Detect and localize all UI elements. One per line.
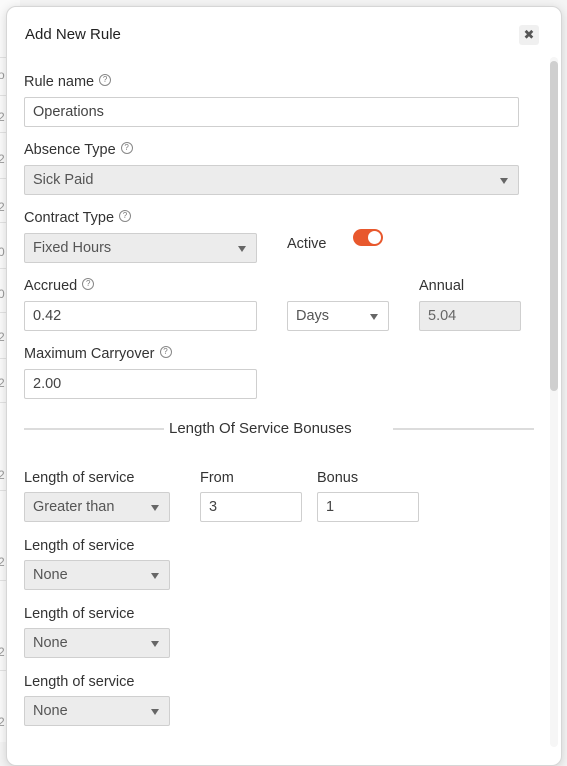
help-icon[interactable]: ?: [120, 142, 133, 154]
bg-row-glyph: 2: [0, 645, 5, 659]
rule-name-label-text: Rule name: [24, 74, 95, 90]
close-button[interactable]: ✖: [519, 25, 539, 45]
los-from-input[interactable]: 3: [200, 492, 302, 522]
contract-type-select[interactable]: Fixed Hours: [24, 233, 257, 263]
chevron-down-icon: [151, 641, 159, 647]
scrollbar[interactable]: [550, 57, 558, 747]
bg-row-glyph: 2: [0, 468, 5, 482]
los-condition-select[interactable]: None: [24, 560, 170, 590]
help-icon[interactable]: ?: [119, 210, 132, 222]
active-toggle[interactable]: [353, 229, 383, 246]
bg-row-glyph: 2: [0, 376, 5, 390]
bg-row-glyph: 2: [0, 330, 5, 344]
los-label: Length of service: [24, 606, 135, 622]
modal-title: Add New Rule: [25, 26, 121, 43]
chevron-down-icon: [151, 709, 159, 715]
los-condition-select[interactable]: None: [24, 696, 170, 726]
bg-row-glyph: 0: [0, 287, 5, 301]
bg-row-glyph: 2: [0, 555, 5, 569]
toggle-knob: [368, 231, 381, 244]
los-condition-value: None: [33, 567, 68, 583]
los-condition-value: None: [33, 703, 68, 719]
bg-row-glyph: 0: [0, 245, 5, 259]
contract-type-label: Contract Type?: [24, 210, 132, 226]
chevron-down-icon: [151, 573, 159, 579]
accrued-unit-select[interactable]: Days: [287, 301, 389, 331]
section-title: Length Of Service Bonuses: [169, 420, 352, 437]
close-icon: ✖: [523, 27, 535, 42]
chevron-down-icon: [151, 505, 159, 511]
help-icon[interactable]: ?: [82, 278, 95, 290]
bonus-label: Bonus: [317, 470, 359, 486]
accrued-label: Accrued?: [24, 278, 95, 294]
annual-value: 5.04: [419, 301, 521, 331]
section-divider-left: [24, 428, 164, 430]
accrued-unit-value: Days: [296, 308, 330, 324]
bg-row-glyph: 2: [0, 200, 5, 214]
contract-type-value: Fixed Hours: [33, 240, 112, 256]
help-icon[interactable]: ?: [99, 74, 112, 86]
section-divider-right: [393, 428, 534, 430]
max-carryover-label: Maximum Carryover?: [24, 346, 172, 362]
bg-row-glyph: 2: [0, 715, 5, 729]
absence-type-label-text: Absence Type: [24, 142, 116, 158]
rule-name-input[interactable]: Operations: [24, 97, 519, 127]
active-label: Active: [287, 236, 327, 252]
los-condition-select[interactable]: Greater than: [24, 492, 170, 522]
los-condition-value: Greater than: [33, 499, 115, 515]
scrollbar-thumb[interactable]: [550, 61, 558, 391]
los-label: Length of service: [24, 538, 135, 554]
contract-type-label-text: Contract Type: [24, 210, 115, 226]
absence-type-label: Absence Type?: [24, 142, 133, 158]
accrued-label-text: Accrued: [24, 278, 78, 294]
accrued-input[interactable]: 0.42: [24, 301, 257, 331]
los-condition-select[interactable]: None: [24, 628, 170, 658]
los-label: Length of service: [24, 674, 135, 690]
max-carryover-label-text: Maximum Carryover: [24, 346, 155, 362]
los-condition-value: None: [33, 635, 68, 651]
help-icon[interactable]: ?: [159, 346, 172, 358]
chevron-down-icon: [370, 314, 378, 320]
rule-name-label: Rule name?: [24, 74, 112, 90]
from-label: From: [200, 470, 234, 486]
chevron-down-icon: [500, 178, 508, 184]
chevron-down-icon: [238, 246, 246, 252]
los-label: Length of service: [24, 470, 135, 486]
absence-type-select[interactable]: Sick Paid: [24, 165, 519, 195]
annual-label: Annual: [419, 278, 465, 294]
bg-row-glyph: 2: [0, 152, 5, 166]
bg-row-glyph: o: [0, 68, 5, 82]
max-carryover-input[interactable]: 2.00: [24, 369, 257, 399]
los-bonus-input[interactable]: 1: [317, 492, 419, 522]
bg-row-glyph: 2: [0, 110, 5, 124]
absence-type-value: Sick Paid: [33, 172, 94, 188]
